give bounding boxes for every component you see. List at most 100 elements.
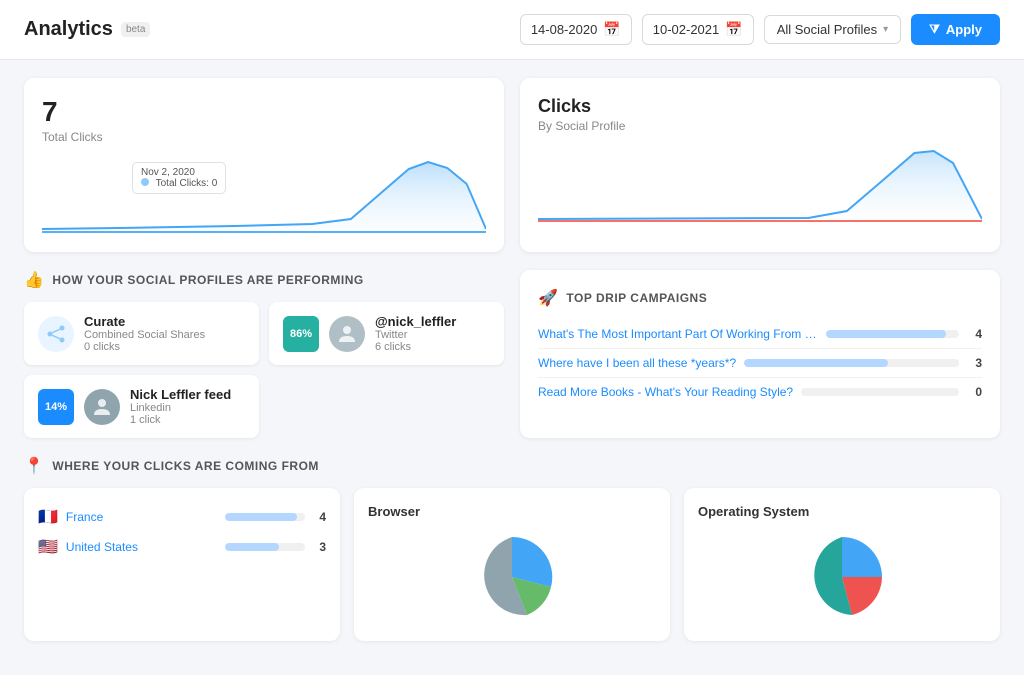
- profile-cards-grid: Curate Combined Social Shares 0 clicks 8…: [24, 302, 504, 438]
- country-item-us: 🇺🇸 United States 3: [38, 532, 326, 562]
- country-item-france: 🇫🇷 France 4: [38, 502, 326, 532]
- drip-link-3[interactable]: Read More Books - What's Your Reading St…: [538, 385, 793, 399]
- chevron-down-icon: ▾: [883, 24, 888, 35]
- clicks-profile-chart-area: [538, 143, 982, 223]
- end-date-input[interactable]: 10-02-2021 📅: [642, 14, 754, 45]
- os-card: Operating System: [684, 488, 1000, 641]
- curate-platform: Combined Social Shares: [84, 329, 205, 341]
- social-profiles-heading: 👍 HOW YOUR SOCIAL PROFILES ARE PERFORMIN…: [24, 270, 504, 290]
- apply-label: Apply: [946, 22, 982, 37]
- os-label: Operating System: [698, 504, 986, 519]
- browser-label: Browser: [368, 504, 656, 519]
- drip-item-1: What's The Most Important Part Of Workin…: [538, 320, 982, 349]
- apply-button[interactable]: ⧩ Apply: [911, 14, 1000, 45]
- france-flag-icon: 🇫🇷: [38, 507, 58, 527]
- clicks-from-heading: 📍 WHERE YOUR CLICKS ARE COMING FROM: [24, 456, 1000, 476]
- us-flag-icon: 🇺🇸: [38, 537, 58, 557]
- drip-link-2[interactable]: Where have I been all these *years*?: [538, 356, 736, 370]
- curate-name: Curate: [84, 314, 205, 329]
- filter-icon: ⧩: [929, 22, 940, 37]
- drip-campaigns-section: 🚀 TOP DRIP CAMPAIGNS What's The Most Imp…: [520, 270, 1000, 438]
- nick-twitter-info: @nick_leffler Twitter 6 clicks: [375, 314, 456, 353]
- nick-linkedin-name: Nick Leffler feed: [130, 387, 231, 402]
- profile-select-dropdown[interactable]: All Social Profiles ▾: [764, 15, 901, 44]
- france-bar-wrap: [225, 513, 305, 521]
- us-link[interactable]: United States: [66, 540, 217, 554]
- curate-avatar: [38, 316, 74, 352]
- clicks-from-section: 📍 WHERE YOUR CLICKS ARE COMING FROM 🇫🇷 F…: [24, 456, 1000, 641]
- drip-campaigns-list: What's The Most Important Part Of Workin…: [538, 320, 982, 406]
- countries-card: 🇫🇷 France 4 🇺🇸 United States 3: [24, 488, 340, 641]
- drip-campaigns-title: TOP DRIP CAMPAIGNS: [566, 291, 707, 305]
- drip-count-1: 4: [975, 327, 982, 341]
- nick-twitter-platform: Twitter: [375, 329, 456, 341]
- person-icon: [335, 322, 359, 346]
- france-bar: [225, 513, 297, 521]
- os-pie-svg: [797, 532, 887, 622]
- nick-linkedin-avatar: [84, 389, 120, 425]
- nick-linkedin-platform: Linkedin: [130, 402, 231, 414]
- drip-row-2: Where have I been all these *years*? 3: [538, 356, 982, 370]
- us-bar-wrap: [225, 543, 305, 551]
- calendar-icon-end: 📅: [725, 21, 742, 38]
- drip-row-3: Read More Books - What's Your Reading St…: [538, 385, 982, 399]
- chart-tooltip: Nov 2, 2020 Total Clicks: 0: [132, 162, 226, 194]
- clicks-card-subtitle: By Social Profile: [538, 119, 982, 133]
- browser-pie-svg: [467, 532, 557, 622]
- curate-info: Curate Combined Social Shares 0 clicks: [84, 314, 205, 353]
- clicks-card-title: Clicks: [538, 96, 982, 117]
- clicks-by-profile-card: Clicks By Social Profile: [520, 78, 1000, 252]
- end-date-value: 10-02-2021: [653, 22, 720, 37]
- person-icon-2: [90, 395, 114, 419]
- drip-item-3: Read More Books - What's Your Reading St…: [538, 378, 982, 406]
- header-right: 14-08-2020 📅 10-02-2021 📅 All Social Pro…: [520, 14, 1000, 45]
- total-clicks-chart-area: Nov 2, 2020 Total Clicks: 0: [42, 154, 486, 234]
- tooltip-label: Total Clicks:: [156, 178, 209, 189]
- thumbs-up-icon: 👍: [24, 270, 44, 290]
- nick-linkedin-percentage: 14%: [38, 389, 74, 425]
- total-clicks-card: 7 Total Clicks Nov 2, 2020 Total Clicks:…: [24, 78, 504, 252]
- drip-bar-wrap-3: [801, 388, 959, 396]
- profile-card-curate: Curate Combined Social Shares 0 clicks: [24, 302, 259, 365]
- clicks-profile-chart-svg: [538, 143, 982, 223]
- drip-bar-wrap-1: [826, 330, 959, 338]
- clicks-from-title: WHERE YOUR CLICKS ARE COMING FROM: [52, 459, 319, 473]
- total-clicks-chart-svg: [42, 154, 486, 234]
- drip-count-2: 3: [975, 356, 982, 370]
- rocket-icon: 🚀: [538, 288, 558, 308]
- tooltip-dot: [141, 178, 149, 186]
- france-link[interactable]: France: [66, 510, 217, 524]
- location-icon: 📍: [24, 456, 44, 476]
- start-date-input[interactable]: 14-08-2020 📅: [520, 14, 632, 45]
- social-profiles-section: 👍 HOW YOUR SOCIAL PROFILES ARE PERFORMIN…: [24, 270, 504, 438]
- total-clicks-number: 7: [42, 96, 486, 128]
- browser-card: Browser: [354, 488, 670, 641]
- page-title: Analytics: [24, 18, 113, 41]
- middle-row: 👍 HOW YOUR SOCIAL PROFILES ARE PERFORMIN…: [24, 270, 1000, 438]
- drip-bar-1: [826, 330, 946, 338]
- france-count: 4: [319, 510, 326, 524]
- profile-select-label: All Social Profiles: [777, 22, 877, 37]
- os-pie-chart: [698, 527, 986, 627]
- us-count: 3: [319, 540, 326, 554]
- nick-twitter-percentage: 86%: [283, 316, 319, 352]
- tooltip-value: 0: [212, 178, 218, 189]
- curate-clicks: 0 clicks: [84, 341, 205, 353]
- drip-item-2: Where have I been all these *years*? 3: [538, 349, 982, 378]
- top-cards-row: 7 Total Clicks Nov 2, 2020 Total Clicks:…: [24, 78, 1000, 252]
- total-clicks-label: Total Clicks: [42, 130, 486, 144]
- calendar-icon-start: 📅: [603, 21, 620, 38]
- profile-card-nick-twitter: 86% @nick_leffler Twitter 6 clicks: [269, 302, 504, 365]
- browser-pie-chart: [368, 527, 656, 627]
- beta-badge: beta: [121, 22, 150, 37]
- drip-row-1: What's The Most Important Part Of Workin…: [538, 327, 982, 341]
- nick-linkedin-info: Nick Leffler feed Linkedin 1 click: [130, 387, 231, 426]
- drip-link-1[interactable]: What's The Most Important Part Of Workin…: [538, 327, 818, 341]
- nick-twitter-avatar: [329, 316, 365, 352]
- drip-bar-wrap-2: [744, 359, 959, 367]
- social-profiles-title: HOW YOUR SOCIAL PROFILES ARE PERFORMING: [52, 273, 363, 287]
- start-date-value: 14-08-2020: [531, 22, 598, 37]
- clicks-cards-row: 🇫🇷 France 4 🇺🇸 United States 3: [24, 488, 1000, 641]
- share-icon: [46, 324, 66, 344]
- header-left: Analytics beta: [24, 18, 150, 41]
